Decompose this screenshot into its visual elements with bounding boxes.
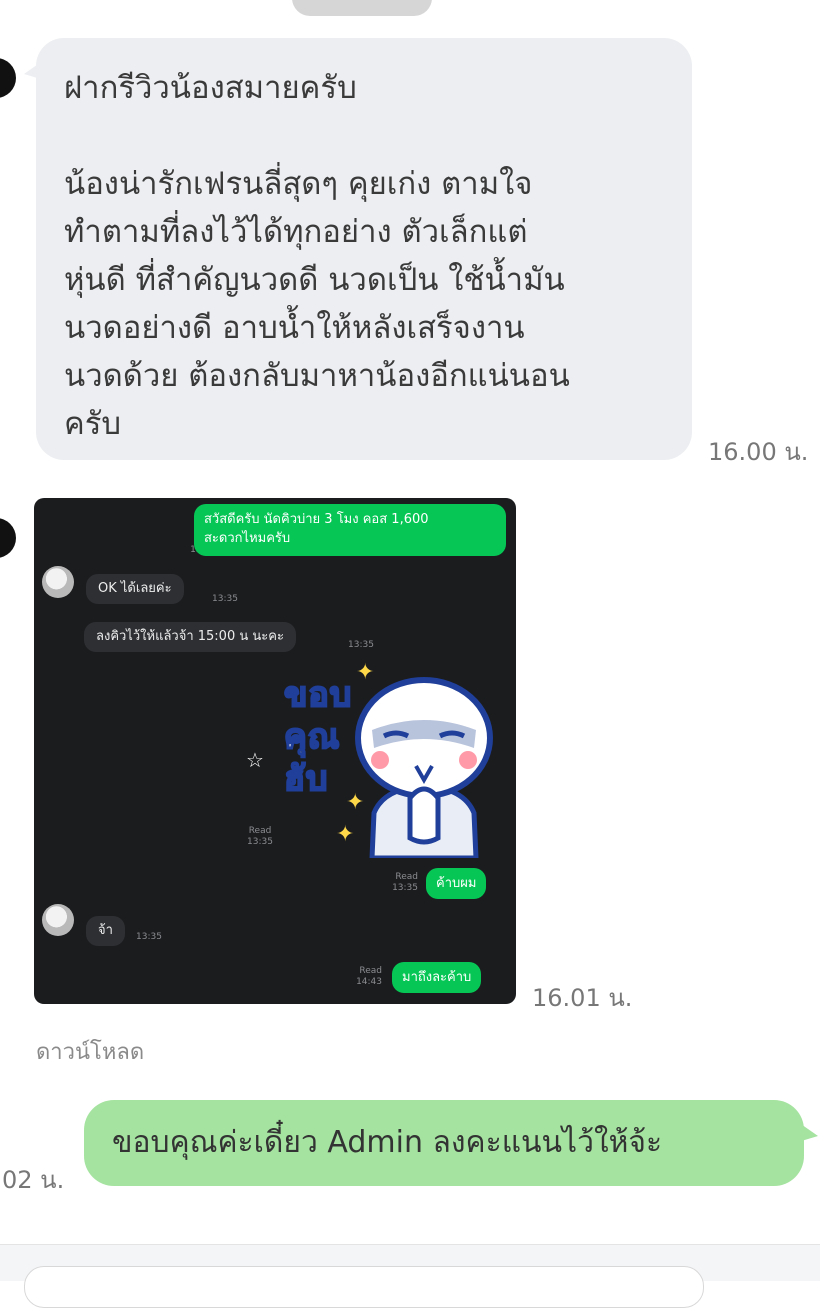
read-receipt: Read 14:43 [356, 966, 382, 987]
bubble-tail [798, 1122, 818, 1142]
sparkle-icon: ✦ [356, 660, 375, 685]
sticker-text: ขอบ คุณ ฮับ [283, 674, 353, 800]
reply-message-bubble[interactable]: ขอบคุณค่ะเดี๋ยว Admin ลงคะแนนไว้ให้จ้ะ [84, 1100, 804, 1186]
read-receipt: Read 13:35 [392, 872, 418, 893]
download-link[interactable]: ดาวน์โหลด [36, 1034, 144, 1069]
review-message-text: ฝากรีวิวน้องสมายครับ น้องน่ารักเฟรนลี่สุ… [64, 70, 570, 442]
image-message-time: 16.01 น. [532, 984, 633, 1012]
review-message-bubble[interactable]: ฝากรีวิวน้องสมายครับ น้องน่ารักเฟรนลี่สุ… [36, 38, 692, 460]
contact-avatar [42, 566, 74, 598]
contact-avatar [42, 904, 74, 936]
reply-message-text: ขอบคุณค่ะเดี๋ยว Admin ลงคะแนนไว้ให้จ้ะ [112, 1125, 663, 1160]
screenshot-message-green: ค้าบผม [426, 868, 487, 899]
reply-message-time: 02 น. [2, 1166, 65, 1194]
sparkle-icon: ✦ [346, 790, 365, 815]
star-icon: ☆ [246, 748, 264, 772]
screenshot-message-green: มาถึงละค้าบ [392, 962, 482, 993]
top-handle [292, 0, 432, 16]
read-receipt: Read 13:35 [247, 826, 273, 847]
screenshot-message-green: สวัสดีครับ นัดคิวบ่าย 3 โมง คอส 1,600 สะ… [194, 504, 506, 556]
message-input[interactable] [24, 1266, 704, 1308]
sender-avatar[interactable] [0, 58, 16, 98]
sparkle-icon: ✦ [336, 822, 355, 847]
screenshot-message-dark: ลงคิวไว้ให้แล้วจ้า 15:00 น นะคะ [84, 622, 296, 652]
screenshot-message-dark: จ้า [86, 916, 125, 946]
message-time: 13:35 [212, 594, 238, 604]
review-message-time: 16.00 น. [708, 438, 809, 466]
sender-avatar-image[interactable] [0, 518, 16, 558]
sticker-character [355, 677, 493, 858]
message-time: 13:35 [348, 640, 374, 650]
chat-screenshot-image[interactable]: Read 13:35 สวัสดีครับ นัดคิวบ่าย 3 โมง ค… [34, 498, 516, 1004]
sticker-thank-you: ขอบ คุณ ฮับ ✦ ✦ ✦ [274, 662, 514, 868]
screenshot-message-dark: OK ได้เลยค่ะ [86, 574, 184, 604]
message-time: 13:35 [136, 932, 162, 942]
